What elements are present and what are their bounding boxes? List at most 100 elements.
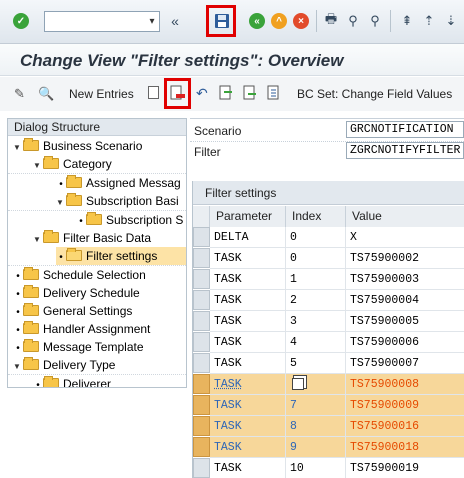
row-selector[interactable] [193,353,210,373]
cell-index[interactable]: 1 [286,269,346,290]
expanded-triangle-icon[interactable]: ▼ [13,139,23,157]
command-field[interactable] [44,11,160,32]
previous-entry-icon[interactable] [218,85,234,101]
cell-value[interactable]: TS75900009 [346,395,464,416]
cell-value[interactable]: TS75900018 [346,437,464,458]
cell-index[interactable]: 0 [286,248,346,269]
print-icon[interactable]: 🖶 [322,11,340,30]
tree-item-subscription-s[interactable]: • Subscription S [76,211,183,229]
tree-item-message-template[interactable]: • Message Template [13,338,144,356]
tree-item-filter-settings[interactable]: • Filter settings [56,247,186,265]
delete-icon[interactable] [170,85,186,101]
cell-parameter[interactable]: TASK [210,332,286,353]
table-row[interactable]: TASK 10 TS75900019 [193,458,464,478]
row-selector[interactable] [193,458,210,478]
cell-index[interactable]: 3 [286,311,346,332]
find-icon[interactable]: ⚲ [344,12,362,30]
cell-value[interactable]: TS75900003 [346,269,464,290]
cell-value[interactable]: TS75900002 [346,248,464,269]
row-selector[interactable] [193,227,210,247]
command-dropdown-icon[interactable]: ▾ [145,12,159,31]
cell-parameter[interactable]: TASK [210,248,286,269]
collapse-icon[interactable]: « [166,12,184,30]
select-all-icon[interactable] [266,85,282,101]
cell-parameter[interactable]: TASK [210,353,286,374]
table-row[interactable]: TASK 1 TS75900003 [193,269,464,290]
tree-item-deliverer[interactable]: • Deliverer [33,375,111,387]
tree-item-filter-basic-data[interactable]: ▼ Filter Basic Data [33,229,151,247]
row-selector[interactable] [193,248,210,268]
new-entries-button[interactable]: New Entries [69,87,134,101]
table-row[interactable]: TASK 2 TS75900004 [193,290,464,311]
select-all-rows-cell[interactable] [193,206,210,227]
cell-value[interactable]: TS75900006 [346,332,464,353]
cell-index[interactable]: 10 [286,458,346,478]
cell-parameter[interactable]: TASK [210,290,286,311]
find-next-icon[interactable]: ⚲ [366,12,384,30]
row-selector[interactable] [193,416,210,436]
tree-item-schedule-selection[interactable]: • Schedule Selection [13,266,146,284]
tree-item-category[interactable]: ▼ Category [33,155,112,173]
table-row[interactable]: TASK 8 TS75900016 [193,416,464,437]
exit-icon[interactable]: ^ [270,12,288,30]
cell-index[interactable]: 5 [286,353,346,374]
back-icon[interactable]: « [248,12,266,30]
table-row[interactable]: TASK TS75900008 [193,374,464,395]
copy-value-icon[interactable] [292,378,304,390]
column-header-value[interactable]: Value [346,206,464,227]
next-page-icon[interactable]: ⇣ [442,12,460,30]
cell-index[interactable]: 4 [286,332,346,353]
cell-parameter[interactable]: TASK [210,416,286,437]
cell-parameter[interactable]: TASK [210,437,286,458]
cell-parameter[interactable]: TASK [210,458,286,478]
cell-value[interactable]: TS75900008 [346,374,464,395]
display-change-icon[interactable]: ✎ [14,86,30,102]
cell-index[interactable]: 7 [286,395,346,416]
cell-value[interactable]: TS75900007 [346,353,464,374]
expanded-triangle-icon[interactable]: ▼ [33,231,43,249]
column-header-parameter[interactable]: Parameter [210,206,286,227]
row-selector[interactable] [193,395,210,415]
table-row[interactable]: TASK 3 TS75900005 [193,311,464,332]
cell-index[interactable] [286,374,346,395]
tree-item-business-scenario[interactable]: ▼ Business Scenario [13,137,142,155]
tree-item-assigned-message[interactable]: • Assigned Messag [56,174,181,192]
row-selector[interactable] [193,290,210,310]
tree-item-handler-assignment[interactable]: • Handler Assignment [13,320,150,338]
cell-value[interactable]: X [346,227,464,248]
cell-parameter[interactable]: TASK [210,311,286,332]
column-header-index[interactable]: Index [286,206,346,227]
tree-item-delivery-type[interactable]: ▼ Delivery Type [13,356,115,374]
cell-parameter[interactable]: DELTA [210,227,286,248]
cell-index[interactable]: 2 [286,290,346,311]
cancel-icon[interactable]: × [292,12,310,30]
filter-field[interactable]: ZGRCNOTIFYFILTER [346,142,464,159]
row-selector[interactable] [193,437,210,457]
save-icon[interactable] [213,12,231,30]
cell-value[interactable]: TS75900005 [346,311,464,332]
cell-value[interactable]: TS75900016 [346,416,464,437]
copy-as-icon[interactable] [148,86,159,99]
cell-value[interactable]: TS75900019 [346,458,464,478]
scenario-field[interactable]: GRCNOTIFICATION [346,121,464,138]
table-row[interactable]: TASK 9 TS75900018 [193,437,464,458]
table-row[interactable]: DELTA 0 X [193,227,464,248]
cell-parameter[interactable]: TASK [210,395,286,416]
cell-index[interactable]: 0 [286,227,346,248]
row-selector[interactable] [193,311,210,331]
cell-index[interactable]: 9 [286,437,346,458]
cell-index[interactable]: 8 [286,416,346,437]
table-row[interactable]: TASK 0 TS75900002 [193,248,464,269]
row-selector[interactable] [193,269,210,289]
tree-item-delivery-schedule[interactable]: • Delivery Schedule [13,284,140,302]
table-row[interactable]: TASK 4 TS75900006 [193,332,464,353]
row-selector[interactable] [193,374,210,394]
table-row[interactable]: TASK 5 TS75900007 [193,353,464,374]
other-entry-icon[interactable]: 🔍 [38,86,54,102]
cell-parameter[interactable]: TASK [210,269,286,290]
first-page-icon[interactable]: ⇞ [398,12,416,30]
tree-item-general-settings[interactable]: • General Settings [13,302,132,320]
cell-parameter[interactable]: TASK [210,374,286,395]
row-selector[interactable] [193,332,210,352]
table-row[interactable]: TASK 7 TS75900009 [193,395,464,416]
